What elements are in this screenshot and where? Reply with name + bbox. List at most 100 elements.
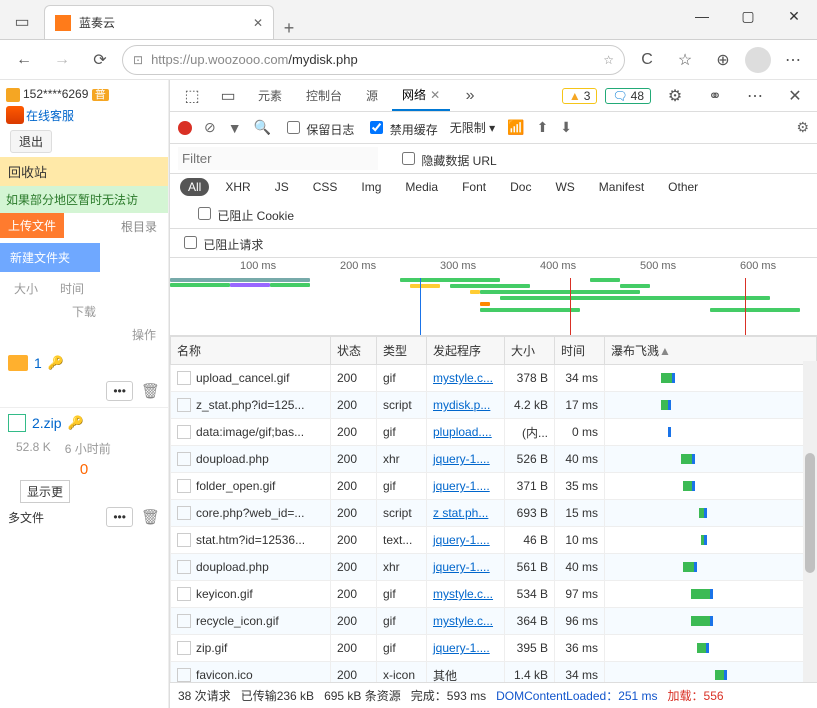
favorites-icon[interactable]: ☆ [669, 44, 701, 76]
preserve-log-checkbox[interactable]: 保留日志 [283, 118, 354, 138]
table-row[interactable]: zip.gif200gifjquery-1....395 B36 ms [171, 635, 817, 662]
col-status[interactable]: 状态 [331, 337, 377, 365]
maximize-button[interactable]: ▢ [725, 0, 771, 32]
clear-button[interactable]: ⊘ [204, 119, 216, 136]
file-icon [177, 506, 191, 520]
table-row[interactable]: upload_cancel.gif200gifmystyle.c...378 B… [171, 365, 817, 392]
device-toggle-icon[interactable]: ▭ [212, 80, 244, 112]
folder-more-button[interactable]: ••• [106, 381, 133, 401]
filter-type-doc[interactable]: Doc [502, 178, 539, 196]
filter-input[interactable] [178, 147, 378, 170]
network-settings-icon[interactable]: ⚙ [796, 119, 809, 136]
folder-delete-icon[interactable]: 🗑 [141, 382, 160, 400]
browser-menu-button[interactable]: ⋯ [777, 44, 809, 76]
table-scrollbar[interactable] [803, 361, 817, 682]
browser-tab[interactable]: 蓝奏云 ✕ [44, 5, 274, 39]
level-badge: 普 [92, 89, 109, 101]
filter-type-js[interactable]: JS [267, 178, 297, 196]
address-bar[interactable]: ⊡ https://up.woozooo.com/mydisk.php ☆ [122, 45, 625, 75]
tab-sources[interactable]: 源 [356, 81, 388, 110]
filter-type-ws[interactable]: WS [547, 178, 582, 196]
profile-avatar[interactable] [745, 47, 771, 73]
inspect-element-icon[interactable]: ⬚ [176, 80, 208, 112]
filter-type-img[interactable]: Img [353, 178, 389, 196]
col-type[interactable]: 类型 [377, 337, 427, 365]
tab-elements[interactable]: 元素 [248, 81, 292, 110]
filter-type-media[interactable]: Media [397, 178, 446, 196]
reload-button[interactable]: ⟳ [84, 44, 116, 76]
table-row[interactable]: core.php?web_id=...200scriptz stat.ph...… [171, 500, 817, 527]
new-folder-button[interactable]: 新建文件夹 [0, 243, 100, 272]
table-row[interactable]: data:image/gif;bas...200gifplupload....(… [171, 419, 817, 446]
file-icon [177, 668, 191, 682]
blocked-requests-checkbox[interactable]: 已阻止请求 [180, 233, 263, 253]
close-devtools-icon[interactable]: ✕ [779, 80, 811, 112]
search-icon[interactable]: 🔍 [254, 119, 271, 136]
forward-button[interactable]: → [46, 44, 78, 76]
table-row[interactable]: favicon.ico200x-icon其他1.4 kB34 ms [171, 662, 817, 683]
throttling-select[interactable]: 无限制 ▾ [450, 119, 495, 136]
tab-console[interactable]: 控制台 [296, 81, 352, 110]
file-size: 52.8 K [16, 440, 51, 457]
close-window-button[interactable]: ✕ [771, 0, 817, 32]
table-row[interactable]: folder_open.gif200gifjquery-1....371 B35… [171, 473, 817, 500]
filter-type-xhr[interactable]: XHR [217, 178, 258, 196]
online-service-link[interactable]: 在线客服 [0, 104, 168, 126]
favorite-icon[interactable]: ☆ [603, 53, 614, 67]
wifi-icon[interactable]: 📶 [507, 119, 524, 136]
upload-har-icon[interactable]: ⬆ [537, 119, 549, 136]
hide-data-urls-checkbox[interactable]: 隐藏数据 URL [398, 149, 497, 169]
timeline-overview[interactable]: 100 ms200 ms300 ms400 ms500 ms600 ms [170, 258, 817, 336]
filter-type-font[interactable]: Font [454, 178, 494, 196]
upload-button[interactable]: 上传文件 [0, 213, 64, 238]
table-row[interactable]: recycle_icon.gif200gifmystyle.c...364 B9… [171, 608, 817, 635]
table-row[interactable]: doupload.php200xhrjquery-1....561 B40 ms [171, 554, 817, 581]
filter-type-manifest[interactable]: Manifest [591, 178, 652, 196]
root-dir-link[interactable]: 根目录 [121, 218, 157, 235]
back-button[interactable]: ← [8, 44, 40, 76]
col-time[interactable]: 时间 [555, 337, 605, 365]
lock-icon: 🔑 [48, 355, 64, 371]
disable-cache-checkbox[interactable]: 禁用缓存 [366, 118, 437, 138]
settings-icon[interactable]: ⚙ [659, 80, 691, 112]
minimize-button[interactable]: — [679, 0, 725, 32]
filter-type-other[interactable]: Other [660, 178, 706, 196]
close-icon[interactable]: ✕ [430, 88, 440, 102]
more-tabs-icon[interactable]: » [454, 80, 486, 112]
file-more-button[interactable]: ••• [106, 507, 133, 527]
col-initiator[interactable]: 发起程序 [427, 337, 505, 365]
show-more-button[interactable]: 显示更 [20, 480, 70, 503]
file-icon [177, 614, 191, 628]
customize-icon[interactable]: ⚭ [699, 80, 731, 112]
folder-item[interactable]: 1 🔑 [0, 351, 168, 375]
col-waterfall[interactable]: 瀑布飞溅▲ [605, 337, 817, 365]
more-icon[interactable]: ⋯ [739, 80, 771, 112]
col-size[interactable]: 大小 [505, 337, 555, 365]
blocked-cookies-checkbox[interactable]: 已阻止 Cookie [194, 204, 294, 224]
filter-type-all[interactable]: All [180, 178, 209, 196]
user-row: 152****6269 普 [0, 84, 168, 104]
tab-close-button[interactable]: ✕ [253, 16, 263, 30]
tab-network[interactable]: 网络✕ [392, 80, 450, 111]
site-info-icon[interactable]: ⊡ [133, 53, 143, 67]
extensions-c-icon[interactable]: C [631, 44, 663, 76]
new-tab-button[interactable]: + [274, 18, 304, 39]
filter-toggle-icon[interactable]: ▼ [228, 120, 242, 136]
table-row[interactable]: keyicon.gif200gifmystyle.c...534 B97 ms [171, 581, 817, 608]
file-delete-icon[interactable]: 🗑 [141, 508, 160, 526]
filter-type-css[interactable]: CSS [305, 178, 346, 196]
table-row[interactable]: stat.htm?id=12536...200text...jquery-1..… [171, 527, 817, 554]
logout-button[interactable]: 退出 [10, 130, 52, 153]
collections-icon[interactable]: ⊕ [707, 44, 739, 76]
record-button[interactable] [178, 121, 192, 135]
network-table[interactable]: 名称 状态 类型 发起程序 大小 时间 瀑布飞溅▲ upload_cancel.… [170, 336, 817, 682]
table-row[interactable]: z_stat.php?id=125...200scriptmydisk.p...… [171, 392, 817, 419]
col-name[interactable]: 名称 [171, 337, 331, 365]
messages-badge[interactable]: 🗨48 [605, 88, 651, 104]
file-item[interactable]: 2.zip 🔑 [0, 408, 168, 438]
download-har-icon[interactable]: ⬇ [560, 119, 572, 136]
tab-list-button[interactable]: ▭ [0, 5, 44, 39]
recycle-bin-link[interactable]: 回收站 [0, 157, 168, 186]
table-row[interactable]: doupload.php200xhrjquery-1....526 B40 ms [171, 446, 817, 473]
warnings-badge[interactable]: ▲3 [562, 88, 598, 104]
